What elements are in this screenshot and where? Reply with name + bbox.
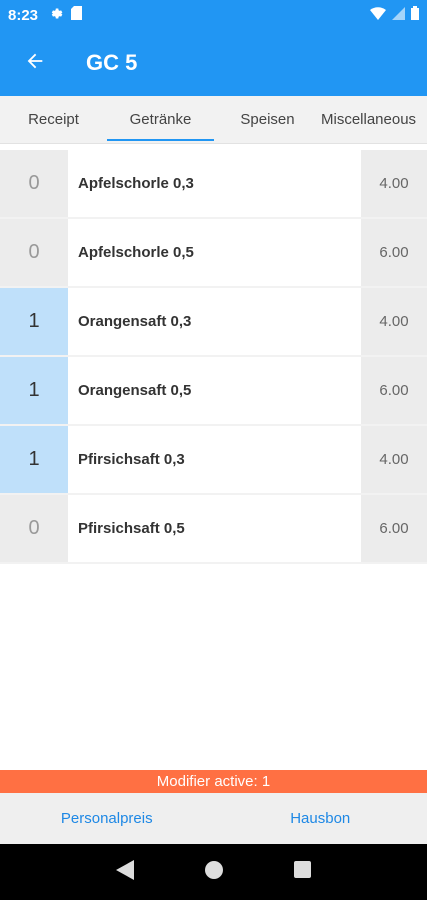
nav-home-button[interactable] — [194, 852, 234, 892]
signal-icon — [392, 6, 405, 24]
product-name[interactable]: Orangensaft 0,3 — [68, 288, 361, 355]
product-row[interactable]: 1 Pfirsichsaft 0,3 4.00 — [0, 426, 427, 495]
tab-getraenke[interactable]: Getränke — [107, 96, 214, 143]
sd-card-icon — [71, 6, 83, 24]
page-title: GC 5 — [86, 50, 138, 75]
quantity-cell[interactable]: 0 — [0, 150, 68, 217]
price-cell[interactable]: 4.00 — [361, 426, 427, 493]
product-row[interactable]: 1 Orangensaft 0,5 6.00 — [0, 357, 427, 426]
status-bar: 8:23 — [0, 0, 427, 30]
quantity-cell[interactable]: 0 — [0, 495, 68, 562]
tab-receipt[interactable]: Receipt — [0, 96, 107, 143]
battery-icon — [411, 6, 419, 24]
price-cell[interactable]: 6.00 — [361, 357, 427, 424]
product-name[interactable]: Pfirsichsaft 0,5 — [68, 495, 361, 562]
personalpreis-button[interactable]: Personalpreis — [0, 793, 214, 844]
price-cell[interactable]: 4.00 — [361, 150, 427, 217]
home-circle-icon — [204, 860, 223, 884]
product-row[interactable]: 0 Pfirsichsaft 0,5 6.00 — [0, 495, 427, 564]
product-list: 0 Apfelschorle 0,3 4.00 0 Apfelschorle 0… — [0, 150, 427, 564]
back-triangle-icon — [115, 859, 134, 885]
price-cell[interactable]: 4.00 — [361, 288, 427, 355]
product-name[interactable]: Apfelschorle 0,3 — [68, 150, 361, 217]
tab-speisen[interactable]: Speisen — [214, 96, 321, 143]
quantity-cell[interactable]: 1 — [0, 357, 68, 424]
quantity-cell[interactable]: 0 — [0, 219, 68, 286]
modifier-status-bar: Modifier active: 1 — [0, 770, 427, 793]
back-button[interactable] — [0, 30, 70, 96]
bottom-actions: Personalpreis Hausbon — [0, 793, 427, 844]
settings-icon — [48, 6, 63, 25]
status-time: 8:23 — [8, 6, 39, 24]
nav-back-button[interactable] — [105, 852, 145, 892]
quantity-cell[interactable]: 1 — [0, 288, 68, 355]
product-name[interactable]: Orangensaft 0,5 — [68, 357, 361, 424]
price-cell[interactable]: 6.00 — [361, 495, 427, 562]
product-row[interactable]: 0 Apfelschorle 0,5 6.00 — [0, 219, 427, 288]
product-row[interactable]: 0 Apfelschorle 0,3 4.00 — [0, 150, 427, 219]
hausbon-button[interactable]: Hausbon — [214, 793, 427, 844]
quantity-cell[interactable]: 1 — [0, 426, 68, 493]
wifi-icon — [370, 6, 386, 24]
tab-miscellaneous[interactable]: Miscellaneous — [321, 96, 427, 143]
product-name[interactable]: Apfelschorle 0,5 — [68, 219, 361, 286]
category-tabs: Receipt Getränke Speisen Miscellaneous — [0, 96, 427, 144]
recents-square-icon — [294, 861, 311, 883]
arrow-back-icon — [24, 50, 46, 77]
product-name[interactable]: Pfirsichsaft 0,3 — [68, 426, 361, 493]
app-bar: GC 5 — [0, 30, 427, 96]
nav-recents-button[interactable] — [283, 852, 323, 892]
system-nav-bar — [0, 844, 427, 900]
price-cell[interactable]: 6.00 — [361, 219, 427, 286]
product-row[interactable]: 1 Orangensaft 0,3 4.00 — [0, 288, 427, 357]
